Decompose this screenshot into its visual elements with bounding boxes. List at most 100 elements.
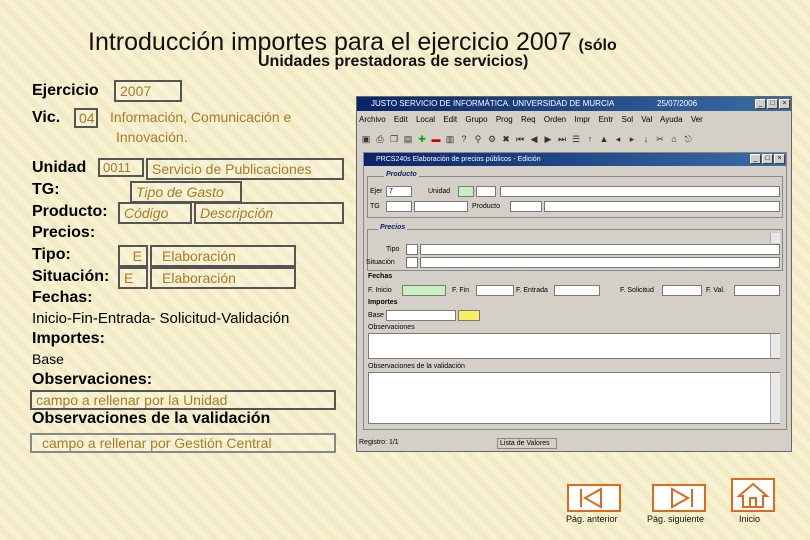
observaciones-textarea[interactable]	[368, 333, 780, 359]
tg-code-field[interactable]	[386, 201, 412, 212]
status-registro: Registro: 1/1	[359, 439, 399, 446]
inner-minimize-icon[interactable]: _	[750, 154, 761, 164]
observaciones-field-label: Observaciones	[368, 324, 415, 331]
tg-desc-field[interactable]	[414, 201, 468, 212]
up-arrow-icon[interactable]: ▲	[598, 133, 610, 145]
home-button[interactable]	[731, 478, 775, 512]
menu-item[interactable]: Edit	[394, 115, 408, 124]
up-icon[interactable]: ↑	[584, 133, 596, 145]
unidad-code-field[interactable]	[458, 186, 474, 197]
inner-close-icon[interactable]: ×	[774, 154, 785, 164]
obs-validacion-label: Observaciones de la validación	[32, 410, 271, 427]
inner-titlebar: PRCS240s Elaboración de precios públicos…	[364, 153, 786, 166]
menu-item[interactable]: Req	[521, 115, 536, 124]
print-icon[interactable]: ⎙	[374, 133, 386, 145]
menu-item[interactable]: Entr	[599, 115, 614, 124]
menu-item[interactable]: Local	[416, 115, 435, 124]
vic-desc-line1: Información, Comunicación e	[110, 109, 292, 125]
obs-validacion-field-label: Observaciones de la validación	[368, 363, 465, 370]
list-icon[interactable]: ☰	[570, 133, 582, 145]
base-extra-field[interactable]	[458, 310, 480, 321]
producto-desc: Descripción	[194, 202, 344, 224]
first-record-icon[interactable]: ⏮	[514, 133, 526, 145]
home-label[interactable]: Inicio	[739, 514, 760, 524]
f-solicitud-field[interactable]	[662, 285, 702, 296]
ejercicio-label: Ejercicio	[32, 82, 99, 99]
menu-item[interactable]: Ver	[691, 115, 703, 124]
menu-item[interactable]: Archivo	[359, 115, 386, 124]
f-entrada-label: F. Entrada	[516, 287, 548, 294]
base-field[interactable]	[386, 310, 456, 321]
ejer-field[interactable]: 7	[386, 186, 412, 197]
close-icon[interactable]: ×	[779, 99, 790, 109]
maximize-icon[interactable]: □	[767, 99, 778, 109]
right-arrow-icon[interactable]: ▸	[626, 133, 638, 145]
f-inicio-label: F. Inicio	[368, 287, 392, 294]
prev-page-label[interactable]: Pág. anterior	[566, 514, 618, 524]
menu-item[interactable]: Orden	[544, 115, 566, 124]
vic-desc-line2: Innovación.	[116, 129, 188, 145]
f-entrada-field[interactable]	[554, 285, 600, 296]
next-page-button[interactable]	[652, 484, 706, 512]
unidad-field-label: Unidad	[428, 188, 451, 195]
base-field-label: Base	[368, 312, 384, 319]
obs-validacion-scrollbar[interactable]	[770, 373, 780, 423]
unidad-name-field[interactable]	[500, 186, 780, 197]
delete-record-icon[interactable]: ▬	[430, 133, 442, 145]
producto-field-label: Producto	[472, 203, 501, 210]
f-inicio-field[interactable]	[402, 285, 446, 296]
tg-field-label: TG	[370, 203, 380, 210]
cancel-query-icon[interactable]: ✖	[500, 133, 512, 145]
menu-item[interactable]: Val	[641, 115, 652, 124]
producto-desc-field[interactable]	[544, 201, 780, 212]
base-label: Base	[32, 351, 64, 367]
f-val-label: F. Val.	[706, 287, 725, 294]
app-toolbar: ▣ ⎙ ❐ ▤ ✚ ▬ ▥? ⚲ ⚙ ✖ ⏮ ◀ ▶ ⏭ ☰ ↑ ▲ ◂ ▸ ↓ ✂ ⌂ ⎋	[359, 129, 789, 147]
menu-item[interactable]: Prog	[496, 115, 513, 124]
exit-icon[interactable]: ⎋	[682, 133, 694, 145]
menu-item[interactable]: Sol	[621, 115, 633, 124]
prev-page-button[interactable]	[567, 484, 621, 512]
minimize-icon[interactable]: _	[755, 99, 766, 109]
f-solicitud-label: F. Solicitud	[620, 287, 654, 294]
help-icon[interactable]: ?	[458, 133, 470, 145]
unidad-label: Unidad	[32, 159, 87, 176]
unidad-desc-field[interactable]	[476, 186, 496, 197]
producto-code: Código	[118, 202, 192, 224]
producto-code-field[interactable]	[510, 201, 542, 212]
query-icon[interactable]: ⚲	[472, 133, 484, 145]
inner-maximize-icon[interactable]: □	[762, 154, 773, 164]
last-record-icon[interactable]: ⏭	[556, 133, 568, 145]
down-arrow-icon[interactable]: ↓	[640, 133, 652, 145]
tools-icon[interactable]: ✂	[654, 133, 666, 145]
save-icon[interactable]: ▣	[360, 133, 372, 145]
f-fin-field[interactable]	[476, 285, 514, 296]
obs-validacion-textarea[interactable]	[368, 372, 780, 424]
tipo-code-field[interactable]	[406, 244, 418, 255]
copy-icon[interactable]: ❐	[388, 133, 400, 145]
situacion-code-field[interactable]	[406, 257, 418, 268]
f-val-field[interactable]	[734, 285, 780, 296]
tg-value: Tipo de Gasto	[130, 181, 242, 203]
producto-label: Producto:	[32, 203, 108, 220]
app-date: 25/07/2006	[657, 99, 698, 108]
bank-icon[interactable]: ⌂	[668, 133, 680, 145]
prev-record-icon[interactable]: ◀	[528, 133, 540, 145]
observaciones-scrollbar[interactable]	[770, 334, 780, 358]
left-arrow-icon[interactable]: ◂	[612, 133, 624, 145]
add-record-icon[interactable]: ✚	[416, 133, 428, 145]
precios-scrollbar[interactable]	[770, 233, 780, 243]
situacion-desc-field[interactable]	[420, 257, 780, 268]
tipo-desc-field[interactable]	[420, 244, 780, 255]
menu-item[interactable]: Impr	[574, 115, 590, 124]
home-icon	[736, 482, 770, 508]
paste-icon[interactable]: ▤	[402, 133, 414, 145]
menu-item[interactable]: Grupo	[465, 115, 487, 124]
folder-icon[interactable]: ▥	[444, 133, 456, 145]
menu-item[interactable]: Edit	[443, 115, 457, 124]
next-record-icon[interactable]: ▶	[542, 133, 554, 145]
situacion-field-label: Situación	[366, 259, 395, 266]
menu-item[interactable]: Ayuda	[660, 115, 683, 124]
execute-icon[interactable]: ⚙	[486, 133, 498, 145]
next-page-label[interactable]: Pág. siguiente	[647, 514, 704, 524]
